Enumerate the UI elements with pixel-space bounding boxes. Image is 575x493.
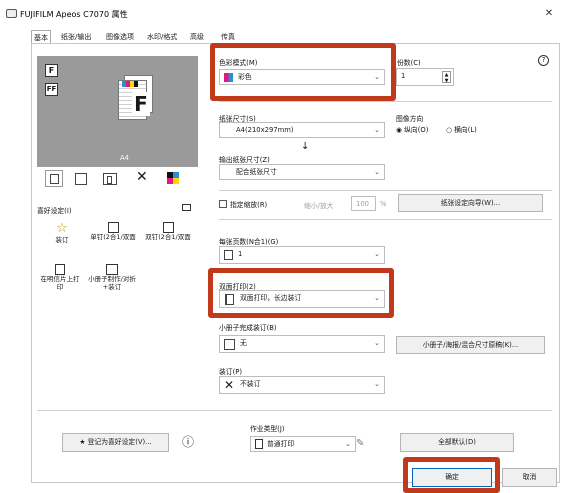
scale-checkbox[interactable]: 指定缩放(R) [219,199,267,209]
booklet-poster-button[interactable]: 小册子/海报/混合尺寸原稿(K)... [396,336,545,354]
paper-wizard-button[interactable]: 纸张设定向导(W)... [398,194,543,212]
chevron-down-icon: ⌄ [374,126,380,134]
booklet-pages-icon [224,339,235,350]
double-staple-2up-icon [162,222,174,233]
orientation-portrait-radio[interactable]: ◉ 纵向(O) [396,124,428,134]
preview-f-letter: F [132,92,150,116]
multi-page-icon: FF [45,83,58,96]
favorite-double-staple[interactable]: 双钉(2合1/双面 [140,222,196,241]
help-icon[interactable]: ? [538,55,549,66]
favorites-label: 喜好设定(I) [37,207,72,215]
tab-basic[interactable]: 基本 [31,30,51,44]
output-size-label: 输出纸张尺寸(Z) [219,156,270,164]
all-defaults-button[interactable]: 全部默认(D) [400,433,514,452]
ok-button[interactable]: 确定 [412,468,492,487]
favorite-booklet[interactable]: 小册子制作/对折+装订 [86,264,138,291]
chevron-down-icon: ⌄ [374,73,380,81]
paper-size-select[interactable]: A4(210x297mm) ⌄ [219,122,385,138]
divider [37,410,552,411]
color-mode-label: 色彩模式(M) [219,59,258,67]
scale-unit: % [380,200,387,208]
color-mode-select[interactable]: 彩色 ⌄ [219,69,385,85]
print-doc-icon [255,439,263,449]
color-mode-icon[interactable] [167,172,179,184]
radio-unchecked-icon: ○ [446,126,452,134]
chevron-down-icon: ⌄ [345,440,351,448]
job-type-select[interactable]: 普通打印 ⌄ [250,436,356,452]
arrow-down-icon: ↓ [301,141,310,152]
single-page-icon [224,250,233,260]
printer-icon [6,9,17,18]
tab-bar: 基本 纸张/输出 图像选项 水印/格式 高级 传真 [31,30,251,44]
chevron-down-icon: ⌄ [374,168,380,176]
favorite-postcard[interactable]: 在明信片上打印 [38,264,82,291]
pages-per-sheet-select[interactable]: 1 ⌄ [219,246,385,264]
tab-watermark[interactable]: 水印/格式 [145,30,179,44]
favorite-staple[interactable]: ☆ 装订 [42,221,82,245]
booklet-select[interactable]: 无 ⌄ [219,335,385,353]
chevron-down-icon: ⌄ [374,294,380,302]
star-filled-icon: ★ [79,438,86,446]
booklet-label: 小册子完成装订(B) [219,324,277,332]
staple-2up-icon [107,222,119,233]
tab-image-options[interactable]: 图像选项 [104,30,136,44]
close-button[interactable]: ✕ [541,6,557,22]
staple-label: 装订(P) [219,368,242,376]
radio-checked-icon: ◉ [396,126,402,134]
booklet-icon [106,264,118,275]
no-staple-icon: ✕ [224,378,235,392]
cancel-button[interactable]: 取消 [502,468,557,487]
divider [219,190,552,191]
checkbox-icon [219,200,227,208]
zoom-label: 缩小/放大 [304,202,334,210]
color-mode-swatch [224,73,233,82]
divider [219,101,552,102]
copies-label: 份数(C) [397,59,421,67]
preview-size-label: A4 [120,154,129,162]
window-title: FUJIFILM Apeos C7070 属性 [20,10,128,19]
duplex-select[interactable]: 双面打印，长边装订 ⌄ [219,290,385,308]
duplex-book-icon [225,294,234,305]
tab-advanced[interactable]: 高级 [188,30,206,44]
output-size-select[interactable]: 配合纸张尺寸 ⌄ [219,164,385,180]
orientation-landscape-radio[interactable]: ○ 横向(L) [446,124,477,134]
info-icon[interactable]: ⓘ [182,433,194,450]
save-favorite-button[interactable]: ★ 登记为喜好设定(V)... [62,433,169,452]
duplex-pages-icon[interactable] [103,173,117,185]
tab-paper-output[interactable]: 纸张/输出 [59,30,93,44]
chevron-down-icon: ⌄ [374,380,380,388]
chevron-down-icon: ⌄ [374,250,380,258]
book-icon[interactable] [75,173,87,185]
job-type-label: 作业类型(J) [250,425,285,433]
copies-input[interactable]: 1 ▲ ▼ [396,68,454,86]
staple-select[interactable]: ✕ 不装订 ⌄ [219,376,385,394]
copies-spinner[interactable]: ▲ ▼ [442,71,451,84]
f-stack-icon: F [45,64,58,77]
favorite-single-staple[interactable]: 单钉(2合1/双面 [85,222,141,241]
favorites-menu-icon[interactable] [182,204,191,211]
single-page-icon[interactable] [45,170,63,187]
pencil-icon[interactable]: ✎ [356,438,364,449]
staple-cross-icon[interactable]: ✕ [136,168,148,186]
divider [219,219,552,220]
scale-input[interactable]: 100 [351,196,376,211]
star-outline-icon: ☆ [56,221,68,236]
chevron-down-icon: ⌄ [374,339,380,347]
preview-area: F FF F A4 [37,56,198,167]
orientation-label: 图像方向 [396,115,424,123]
tab-fax[interactable]: 传真 [219,30,237,44]
pages-per-sheet-label: 每张页数(N合1)(G) [219,238,279,246]
postcard-icon [55,264,65,275]
